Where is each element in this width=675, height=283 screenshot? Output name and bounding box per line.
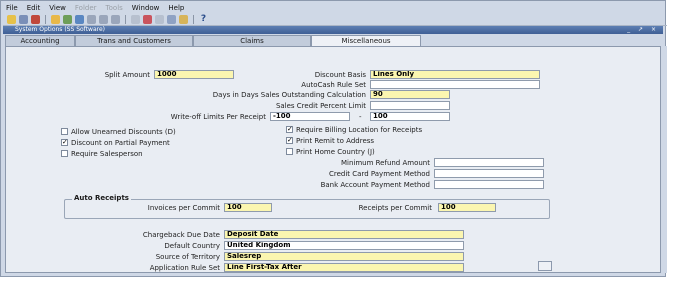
allow-unearned-discounts-checkbox[interactable]: [61, 128, 68, 135]
bank-account-payment-method-label: Bank Account Payment Method: [320, 181, 430, 189]
split-amount-label: Split Amount: [104, 71, 150, 79]
split-amount-field[interactable]: 1000: [154, 70, 234, 79]
sales-credit-percent-limit-field[interactable]: [370, 101, 450, 110]
miscellaneous-panel: Split Amount 1000 Discount Basis Lines O…: [5, 46, 661, 273]
window-title: System Options (SS Software): [15, 26, 105, 33]
require-salesperson-checkbox[interactable]: [61, 150, 68, 157]
require-salesperson-label: Require Salesperson: [71, 150, 143, 158]
source-of-territory-field[interactable]: Salesrep: [224, 252, 464, 261]
auto-receipts-title: Auto Receipts: [72, 194, 131, 202]
credit-card-payment-method-field[interactable]: [434, 169, 544, 178]
autocash-rule-set-field[interactable]: [370, 80, 540, 89]
tab-trans-and-customers[interactable]: Trans and Customers: [75, 35, 193, 46]
days-sales-outstanding-label: Days in Days Sales Outstanding Calculati…: [212, 91, 366, 99]
writeoff-limit-from-field[interactable]: -100: [270, 112, 350, 121]
writeoff-limit-to-field[interactable]: 100: [370, 112, 450, 121]
days-sales-outstanding-field[interactable]: 90: [370, 90, 450, 99]
print-home-country-checkbox[interactable]: [286, 148, 293, 155]
receipts-per-commit-field[interactable]: 100: [438, 203, 496, 212]
copy-icon[interactable]: [99, 14, 108, 24]
discount-basis-label: Discount Basis: [314, 71, 366, 79]
application-rule-set-field[interactable]: Line First-Tax After: [224, 263, 464, 272]
zoom-icon[interactable]: [63, 14, 72, 24]
tab-miscellaneous[interactable]: Miscellaneous: [311, 35, 421, 46]
tab-accounting[interactable]: Accounting: [5, 35, 75, 46]
discount-partial-payment-checkbox[interactable]: ✓: [61, 139, 68, 146]
print-remit-address-label: Print Remit to Address: [296, 137, 375, 145]
discount-basis-field[interactable]: Lines Only: [370, 70, 540, 79]
writeoff-range-dash: -: [359, 113, 362, 121]
discount-partial-payment-label: Discount on Partial Payment: [71, 139, 170, 147]
attachment-icon[interactable]: [167, 14, 176, 24]
save-icon[interactable]: [7, 14, 16, 24]
paste-icon[interactable]: [111, 14, 120, 24]
menu-help[interactable]: Help: [168, 4, 184, 12]
menu-edit[interactable]: Edit: [27, 4, 41, 12]
default-country-label: Default Country: [164, 242, 220, 250]
bank-account-payment-method-field[interactable]: [434, 180, 544, 189]
minimum-refund-amount-label: Minimum Refund Amount: [340, 159, 430, 167]
find-icon[interactable]: [51, 14, 60, 24]
require-billing-location-label: Require Billing Location for Receipts: [296, 126, 423, 134]
credit-card-payment-method-label: Credit Card Payment Method: [328, 170, 430, 178]
print-icon[interactable]: [19, 14, 28, 24]
sales-credit-percent-limit-label: Sales Credit Percent Limit: [275, 102, 366, 110]
require-billing-location-checkbox[interactable]: ✓: [286, 126, 293, 133]
vertical-scrollbar[interactable]: [663, 46, 667, 273]
descriptive-flexfield[interactable]: [538, 261, 552, 271]
toolbar-separator: [193, 14, 194, 24]
chargeback-due-date-label: Chargeback Due Date: [142, 231, 220, 239]
application-rule-set-label: Application Rule Set: [149, 264, 220, 272]
close-form-icon[interactable]: [31, 14, 40, 24]
allow-unearned-discounts-label: Allow Unearned Discounts (D): [71, 128, 176, 136]
writeoff-limits-label: Write-off Limits Per Receipt: [170, 113, 266, 121]
window-controls[interactable]: _ ↗ ×: [627, 26, 659, 34]
source-of-territory-label: Source of Territory: [155, 253, 220, 261]
menu-window[interactable]: Window: [132, 4, 160, 12]
receipts-per-commit-label: Receipts per Commit: [358, 204, 432, 212]
print-remit-address-checkbox[interactable]: ✓: [286, 137, 293, 144]
toolbar-separator: [45, 14, 46, 24]
toolbar: ?: [3, 13, 667, 26]
folder-icon[interactable]: [179, 14, 188, 24]
print-home-country-label: Print Home Country (J): [296, 148, 375, 156]
menu-folder[interactable]: Folder: [75, 4, 97, 12]
menu-view[interactable]: View: [49, 4, 66, 12]
delete-icon[interactable]: [143, 14, 152, 24]
cut-icon[interactable]: [87, 14, 96, 24]
window-titlebar: System Options (SS Software) _ ↗ ×: [3, 26, 663, 34]
help-icon[interactable]: ?: [199, 14, 208, 24]
chargeback-due-date-field[interactable]: Deposit Date: [224, 230, 464, 239]
tab-claims[interactable]: Claims: [193, 35, 311, 46]
toolbar-separator: [125, 14, 126, 24]
invoices-per-commit-label: Invoices per Commit: [147, 204, 220, 212]
invoices-per-commit-field[interactable]: 100: [224, 203, 272, 212]
menu-file[interactable]: File: [6, 4, 18, 12]
navigate-icon[interactable]: [75, 14, 84, 24]
clear-icon[interactable]: [131, 14, 140, 24]
menu-bar: File Edit View Folder Tools Window Help: [3, 2, 666, 13]
app-frame: File Edit View Folder Tools Window Help …: [0, 0, 667, 277]
menu-tools[interactable]: Tools: [106, 4, 123, 12]
default-country-field[interactable]: United Kingdom: [224, 241, 464, 250]
autocash-rule-set-label: AutoCash Rule Set: [301, 81, 366, 89]
edit-icon[interactable]: [155, 14, 164, 24]
minimum-refund-amount-field[interactable]: [434, 158, 544, 167]
tab-strip: Accounting Trans and Customers Claims Mi…: [5, 35, 661, 46]
